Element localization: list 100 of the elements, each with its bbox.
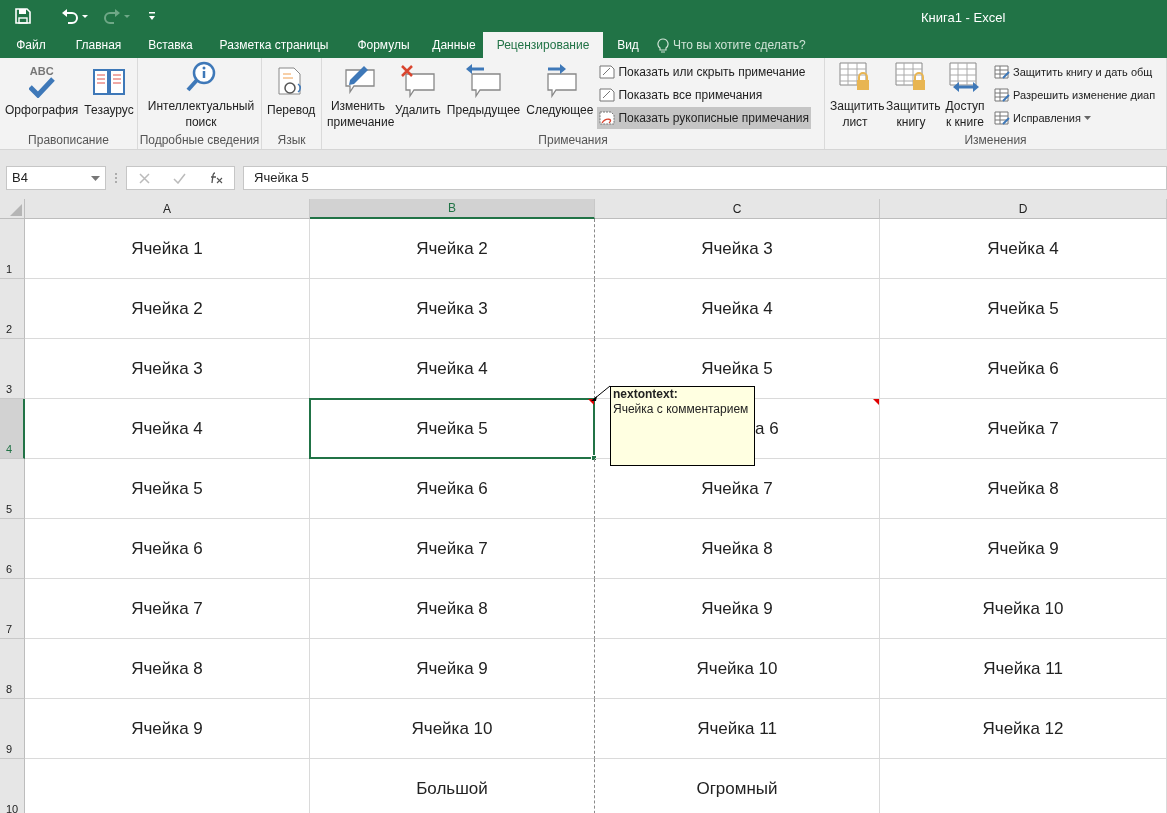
- tell-me-field[interactable]: Что вы хотите сделать?: [673, 36, 833, 54]
- grid-icon: [994, 65, 1010, 79]
- ribbon-button[interactable]: Доступ к книге: [940, 60, 990, 130]
- comment-author: nextontext:: [613, 387, 679, 402]
- redo-icon: [102, 7, 132, 25]
- table-cell[interactable]: Ячейка 3: [595, 219, 880, 279]
- table-cell[interactable]: Ячейка 8: [880, 459, 1167, 519]
- ribbon-tab[interactable]: Формулы: [342, 32, 425, 58]
- table-cell[interactable]: Ячейка 1: [25, 219, 310, 279]
- ribbon-button[interactable]: Защитить лист: [828, 60, 882, 130]
- pen-comment-icon: [599, 111, 616, 125]
- ribbon-tab[interactable]: Главная: [62, 32, 135, 58]
- row-header[interactable]: 2: [0, 279, 25, 339]
- table-cell[interactable]: Ячейка 4: [595, 279, 880, 339]
- drag-handle-icon[interactable]: [114, 172, 118, 184]
- table-cell[interactable]: Ячейка 8: [310, 579, 595, 639]
- save-icon[interactable]: [14, 7, 32, 25]
- table-cell[interactable]: Ячейка 11: [595, 699, 880, 759]
- ribbon-button[interactable]: Разрешить изменение диап: [992, 84, 1158, 106]
- ribbon-tab[interactable]: Данные: [425, 32, 483, 58]
- table-cell[interactable]: Ячейка 8: [595, 519, 880, 579]
- column-header[interactable]: D: [880, 199, 1167, 219]
- table-cell[interactable]: Ячейка 12: [880, 699, 1167, 759]
- spelling-check-icon: [28, 77, 55, 98]
- table-cell[interactable]: Ячейка 9: [25, 699, 310, 759]
- table-cell[interactable]: Ячейка 3: [310, 279, 595, 339]
- ribbon-tab[interactable]: Вид: [603, 32, 653, 58]
- row-header[interactable]: 8: [0, 639, 25, 699]
- table-cell[interactable]: Огромный: [595, 759, 880, 813]
- book-icon: [92, 66, 127, 98]
- window-title: Книга1 - Excel: [921, 9, 1006, 27]
- ribbon-button[interactable]: Следующее: [524, 60, 596, 130]
- fill-handle[interactable]: [591, 455, 597, 461]
- table-cell[interactable]: Ячейка 6: [310, 459, 595, 519]
- table-cell[interactable]: Ячейка 10: [310, 699, 595, 759]
- ribbon-tab[interactable]: Вставка: [135, 32, 206, 58]
- ribbon-tab[interactable]: Рецензирование: [483, 32, 603, 58]
- table-cell[interactable]: Ячейка 7: [880, 399, 1167, 459]
- column-header[interactable]: C: [595, 199, 880, 219]
- ribbon-button[interactable]: Показать рукописные примечания: [597, 107, 811, 129]
- ribbon-button[interactable]: Предыдущее: [444, 60, 523, 130]
- table-cell[interactable]: Ячейка 9: [595, 579, 880, 639]
- ribbon-button[interactable]: Интеллектуальный поиск: [141, 60, 261, 130]
- table-cell[interactable]: Ячейка 10: [880, 579, 1167, 639]
- table-cell[interactable]: Ячейка 4: [25, 399, 310, 459]
- icon-label: ABC: [29, 65, 54, 77]
- comment-text: Ячейка с комментарием: [613, 402, 750, 417]
- row-header[interactable]: 9: [0, 699, 25, 759]
- ribbon-button[interactable]: Показать или скрыть примечание: [597, 61, 811, 83]
- table-cell[interactable]: Ячейка 3: [25, 339, 310, 399]
- group-label: Язык: [276, 132, 307, 149]
- ribbon-button[interactable]: Тезаурус: [82, 60, 136, 130]
- group-label: Правописание: [27, 132, 110, 149]
- table-cell[interactable]: Ячейка 2: [25, 279, 310, 339]
- caret-icon: [1083, 116, 1091, 120]
- table-cell[interactable]: Ячейка 7: [25, 579, 310, 639]
- table-cell[interactable]: Ячейка 8: [25, 639, 310, 699]
- grid-icon: [994, 88, 1010, 102]
- table-cell[interactable]: Ячейка 5: [880, 279, 1167, 339]
- undo-icon[interactable]: [60, 7, 90, 25]
- ribbon-tab[interactable]: Разметка страницы: [206, 32, 342, 58]
- ribbon-button[interactable]: Перевод: [265, 60, 318, 130]
- cell-reference: B4: [12, 169, 28, 188]
- lightbulb-icon: [657, 37, 669, 53]
- table-cell[interactable]: Ячейка 2: [310, 219, 595, 279]
- dropdown-caret-icon[interactable]: [91, 175, 100, 181]
- table-cell[interactable]: Ячейка 6: [25, 519, 310, 579]
- insert-function-icon[interactable]: [208, 172, 223, 184]
- customize-toolbar-icon[interactable]: [148, 11, 156, 21]
- table-cell[interactable]: Ячейка 7: [310, 519, 595, 579]
- table-cell[interactable]: Большой: [310, 759, 595, 813]
- row-header[interactable]: 10: [0, 759, 25, 813]
- ribbon-button[interactable]: Удалить: [393, 60, 443, 130]
- row-header[interactable]: 6: [0, 519, 25, 579]
- group-label: Изменения: [963, 132, 1028, 149]
- ribbon-button[interactable]: Защитить книгу и дать общ: [992, 61, 1158, 83]
- row-header[interactable]: 4: [0, 399, 25, 459]
- ribbon-button[interactable]: Исправления: [992, 107, 1158, 129]
- ribbon-button[interactable]: ABC Орфография: [3, 60, 81, 130]
- row-header[interactable]: 1: [0, 219, 25, 279]
- ribbon-tab[interactable]: Файл: [0, 32, 62, 58]
- table-cell[interactable]: Ячейка 6: [880, 339, 1167, 399]
- name-box[interactable]: B4: [6, 166, 106, 190]
- group-label: Примечания: [537, 132, 609, 149]
- row-header[interactable]: 5: [0, 459, 25, 519]
- formula-field[interactable]: Ячейка 5: [243, 166, 1167, 190]
- table-cell[interactable]: Ячейка 9: [880, 519, 1167, 579]
- column-header[interactable]: A: [25, 199, 310, 219]
- table-cell[interactable]: Ячейка 5: [310, 399, 595, 459]
- ribbon-button[interactable]: Защитить книгу: [884, 60, 938, 130]
- ribbon-button[interactable]: Показать все примечания: [597, 84, 811, 106]
- table-cell[interactable]: Ячейка 9: [310, 639, 595, 699]
- row-header[interactable]: 7: [0, 579, 25, 639]
- column-header[interactable]: B: [310, 199, 595, 219]
- table-cell[interactable]: Ячейка 4: [880, 219, 1167, 279]
- row-header[interactable]: 3: [0, 339, 25, 399]
- table-cell[interactable]: Ячейка 10: [595, 639, 880, 699]
- table-cell[interactable]: Ячейка 11: [880, 639, 1167, 699]
- group-label: Подробные сведения: [138, 132, 261, 149]
- table-cell[interactable]: Ячейка 5: [25, 459, 310, 519]
